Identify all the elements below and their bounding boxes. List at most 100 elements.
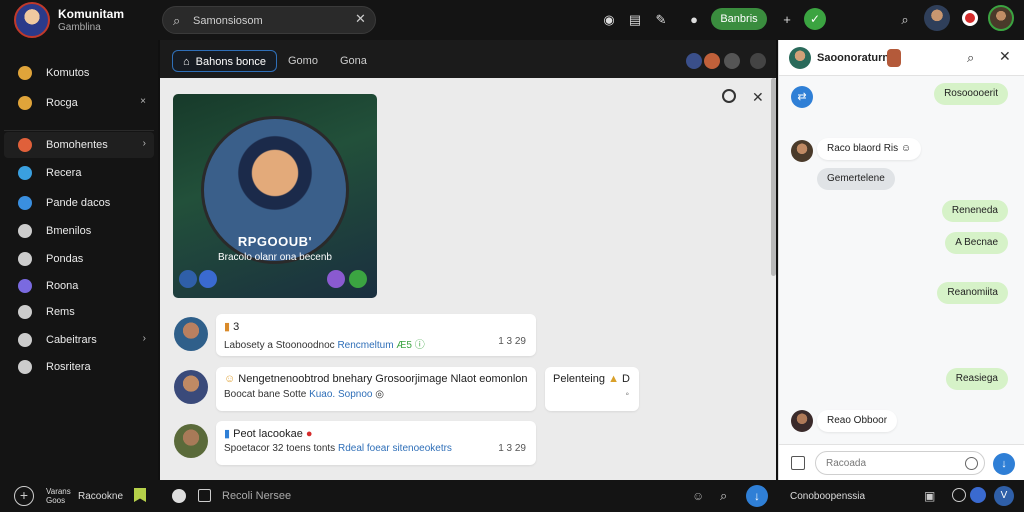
post-author-avatar[interactable] (174, 317, 208, 351)
attach-icon[interactable]: ⌕ (720, 488, 727, 504)
post-author-avatar[interactable] (174, 424, 208, 458)
live-record-icon[interactable] (962, 10, 978, 26)
tab-tertiary[interactable]: Gona (330, 50, 377, 72)
post-text: Spoetacor 32 toens tonts Rdeal foear sit… (224, 443, 452, 454)
send-button[interactable]: ↓ (746, 485, 768, 507)
send-icon[interactable]: V (994, 486, 1014, 506)
chat-message[interactable]: Raco blaord Ris ☺ (817, 138, 922, 160)
chat-close-icon[interactable]: ✕ (999, 48, 1011, 65)
bolt-icon (18, 279, 32, 293)
search-bar[interactable]: ⌕ ✕ (162, 6, 376, 34)
post-title: ☺ Nengetnenoobtrod bnehary Grosoorjimage… (224, 373, 528, 385)
sidebar-item[interactable]: Rocga × (4, 90, 154, 116)
user-avatar[interactable] (924, 5, 950, 31)
image-upload-icon[interactable] (791, 456, 805, 470)
sidebar-item[interactable]: Cabeitrars › (4, 327, 154, 353)
post-card[interactable]: ☺ Nengetnenoobtrod bnehary Grosoorjimage… (216, 367, 536, 411)
clear-search-icon[interactable]: ✕ (355, 11, 366, 27)
badge-icon[interactable]: ◉ (598, 9, 620, 31)
sidebar-item[interactable]: Pondas (4, 246, 154, 272)
sidebar-item[interactable]: Komutos (4, 60, 154, 86)
main-scrollbar[interactable] (771, 78, 776, 276)
chat-bot-icon[interactable]: ⇄ (791, 86, 813, 108)
chat-message[interactable]: Reao Obboor (817, 410, 898, 432)
chat-search-icon[interactable]: ⌕ (967, 50, 974, 66)
chat-icon (18, 360, 32, 374)
add-button[interactable]: + (776, 9, 798, 31)
side-note-card[interactable]: Pelenteing ▲ D ◦ (545, 367, 639, 411)
message-input[interactable] (222, 484, 682, 508)
platform-badge-icon (199, 270, 217, 288)
chat-sender-avatar[interactable] (791, 140, 813, 162)
chat-message[interactable]: A Becnae (945, 232, 1008, 254)
bookmark-icon[interactable] (134, 488, 146, 502)
refresh-icon[interactable] (722, 89, 736, 103)
sidebar-item[interactable]: Bmenilos (4, 218, 154, 244)
reaction-icon[interactable] (327, 270, 345, 288)
member-avatar[interactable] (686, 53, 702, 69)
emoji-icon[interactable]: ☺ (692, 489, 704, 503)
member-avatar[interactable] (704, 53, 720, 69)
add-icon[interactable]: + (14, 486, 34, 506)
sidebar-item-label: Rosritera (46, 361, 91, 373)
online-status-icon[interactable]: ✓ (804, 8, 826, 30)
chat-message[interactable]: Reneneda (941, 200, 1008, 222)
chevron-icon[interactable]: × (140, 96, 146, 107)
sidebar-item-label: Cabeitrars (46, 334, 97, 346)
search-icon[interactable]: ⌕ (894, 9, 916, 31)
post-author-avatar[interactable] (174, 370, 208, 404)
settings-icon[interactable] (724, 53, 740, 69)
close-icon[interactable]: ✕ (752, 89, 764, 106)
chat-message-input[interactable] (815, 451, 985, 475)
app-logo-avatar[interactable] (14, 2, 50, 38)
image-icon[interactable]: ▣ (924, 489, 935, 503)
sidebar-item[interactable]: Rems (4, 299, 154, 325)
post-meta: 1 3 29 (498, 443, 526, 454)
post-link[interactable]: Rencmeltum (337, 340, 393, 351)
list-icon (18, 224, 32, 238)
emoji-icon: ☺ (224, 373, 239, 385)
more-icon[interactable] (750, 53, 766, 69)
chat-sender-avatar[interactable] (791, 410, 813, 432)
post-card[interactable]: ▮ 3 Labosety a Stoonoodnoc Rencmeltum Æ5… (216, 314, 536, 356)
app-title: Komunitam (58, 7, 124, 21)
primary-action-button[interactable]: Banbris (711, 8, 767, 30)
chat-contact-avatar[interactable] (789, 47, 811, 69)
chevron-icon[interactable]: › (143, 138, 146, 149)
sidebar-item[interactable]: Recera (4, 160, 154, 186)
sidebar-item-label: Pondas (46, 253, 84, 265)
sidebar-item[interactable]: Bomohentes › (4, 132, 154, 158)
search-input[interactable] (193, 12, 343, 30)
sidebar-item[interactable]: Roona (4, 273, 154, 299)
post-card[interactable]: ▮ Peot lacookae ● Spoetacor 32 toens ton… (216, 421, 536, 465)
chat-message[interactable]: Gemertelene (817, 168, 895, 190)
checkbox-icon[interactable] (198, 489, 211, 502)
post-link[interactable]: Rdeal foear sitenoeoketrs (338, 443, 452, 454)
sidebar-item[interactable]: Pande dacos (4, 190, 154, 216)
emoji-icon[interactable] (965, 457, 978, 470)
sidebar-item[interactable]: Rosritera (4, 354, 154, 380)
document-icon[interactable]: ▤ (624, 9, 646, 31)
chat-send-button[interactable]: ↓ (993, 453, 1015, 475)
grid-icon (18, 305, 32, 319)
avatar[interactable] (970, 487, 986, 503)
info-icon[interactable] (172, 489, 186, 503)
emoji-icon[interactable] (952, 488, 966, 502)
media-card[interactable]: RPGOOUB' Bracolo olanr ona becenb (173, 94, 377, 298)
chat-message[interactable]: Reanomiita (937, 282, 1008, 304)
record-icon[interactable]: ● (683, 9, 705, 31)
post-text: Labosety a Stoonoodnoc Rencmeltum Æ5 ⓘ (224, 340, 425, 351)
tab-primary[interactable]: ⌂ Bahons bonce (172, 50, 277, 72)
sidebar-item-label: Pande dacos (46, 197, 111, 209)
profile-avatar[interactable] (988, 5, 1014, 31)
tab-secondary[interactable]: Gomo (278, 50, 328, 72)
chat-message[interactable]: Rosooooerit (934, 83, 1008, 105)
post-link[interactable]: Kuao. Sopnoo (309, 389, 372, 400)
chat-message[interactable]: Reasiega (945, 368, 1008, 390)
chevron-icon[interactable]: › (143, 333, 146, 344)
post-title: ▮ Peot lacookae ● (224, 428, 313, 440)
shield-icon (18, 166, 32, 180)
like-icon[interactable] (349, 270, 367, 288)
sidebar: Komutos Rocga × Bomohentes › Recera Pande daco… (0, 40, 158, 480)
pen-icon[interactable]: ✎ (650, 9, 672, 31)
